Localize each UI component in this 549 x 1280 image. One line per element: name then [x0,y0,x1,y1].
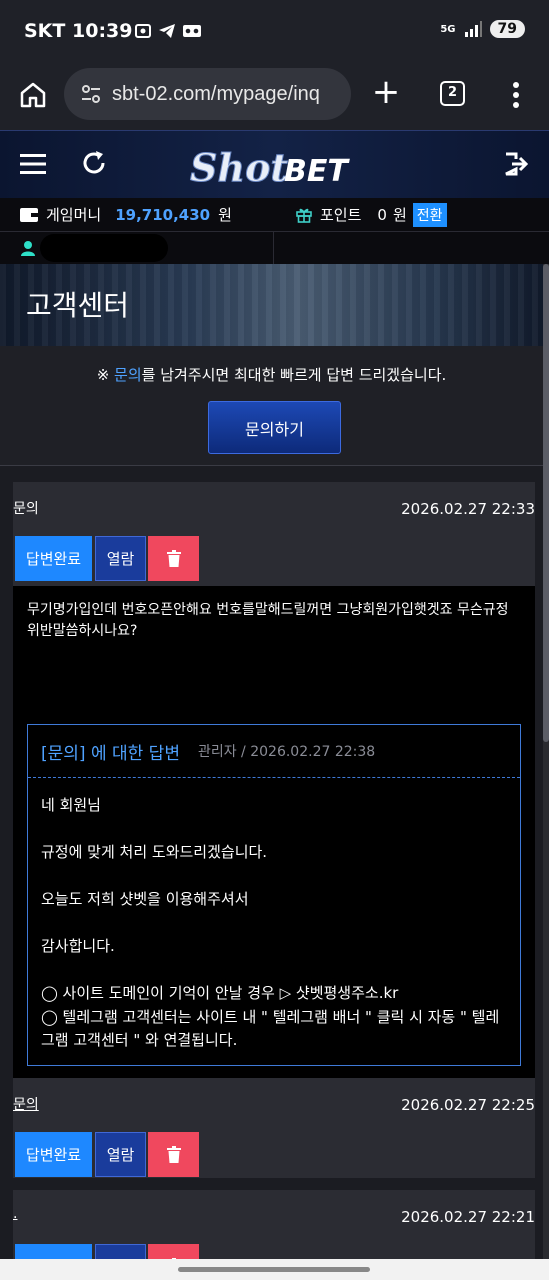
notice-link[interactable]: 문의 [114,366,142,384]
inquiry-label[interactable]: . [13,1206,17,1222]
voicemail-icon [183,25,201,37]
user-icon [21,241,35,256]
tab-switcher-button[interactable]: 2 [440,81,465,106]
game-money-unit: 원 [218,206,232,224]
inquiry-header: 문의 2026.02.27 22:33 답변완료 열람 [13,482,535,586]
site-settings-icon[interactable] [80,83,102,105]
telegram-icon [159,24,175,38]
signal-icon [464,21,482,37]
answer-line: 감사합니다. [41,937,115,955]
question-text: 무기명가입인데 번호오픈안해요 번호를말해드릴꺼면 그냥회원가입햇겟죠 무슨규정… [27,602,509,639]
inquiry-header: 문의 2026.02.27 22:25 답변완료 열람 [13,1078,535,1182]
answer-header: [문의] 에 대한 답변 관리자 / 2026.02.27 22:38 [28,725,520,778]
network-type: 5G [440,23,456,35]
game-money-label: 게임머니 [46,206,102,224]
screenshot-icon [135,24,151,38]
inquiry-date: 2026.02.27 22:25 [401,1096,535,1114]
answer-meta: 관리자 / 2026.02.27 22:38 [197,744,376,760]
system-icons: 5G 79 [440,20,525,38]
user-info [0,231,274,264]
game-money-value: 19,710,430 [115,205,211,224]
view-button[interactable] [95,1244,146,1260]
answer-line: 오늘도 저희 샷벳을 이용해주셔서 [41,890,249,908]
inquiry-label[interactable]: 문의 [13,498,39,518]
browser-toolbar: sbt-02.com/mypage/inq + 2 [0,62,549,130]
inquiry-card: 문의 2026.02.27 22:25 답변완료 열람 [13,1078,535,1178]
answered-button[interactable]: 답변완료 [15,1132,92,1177]
battery-level: 79 [489,20,525,38]
site-header: Shot BET [0,130,549,198]
status-carrier-time: SKT 10:39 [24,20,132,42]
trash-icon [166,1146,181,1163]
user-bar-empty [274,231,549,264]
inquiry-card: 문의 2026.02.27 22:33 답변완료 열람 무기명가입인데 번호오픈… [13,482,535,1080]
delete-button[interactable] [148,1132,199,1177]
url-text[interactable]: sbt-02.com/mypage/inq [112,83,350,106]
game-money: 게임머니 19,710,430 원 [0,198,274,231]
address-bar[interactable]: sbt-02.com/mypage/inq [64,68,351,120]
notice-section: ※ 문의를 남겨주시면 최대한 빠르게 답변 드리겠습니다. 문의하기 [0,346,543,466]
inquiry-body: 무기명가입인데 번호오픈안해요 번호를말해드릴꺼면 그냥회원가입햇겟죠 무슨규정… [13,586,535,1080]
carrier: SKT [24,20,66,42]
gesture-handle[interactable] [178,1267,370,1272]
inquiry-date: 2026.02.27 22:33 [401,500,535,518]
site-logo[interactable]: Shot BET [186,139,366,193]
redacted-username [40,234,168,262]
new-inquiry-button[interactable]: 문의하기 [208,401,341,454]
delete-button[interactable] [148,1244,199,1260]
inquiry-label[interactable]: 문의 [13,1094,39,1114]
points-label: 포인트 [320,206,362,224]
page-title: 고객센터 [26,289,130,322]
new-tab-button[interactable]: + [370,75,402,109]
refresh-icon[interactable] [80,149,108,177]
answer-line: 규정에 맞게 처리 도와드리겠습니다. [41,843,268,861]
points: 포인트 0 원 전환 [274,198,549,231]
logout-icon[interactable] [502,151,528,177]
answer-box: [문의] 에 대한 답변 관리자 / 2026.02.27 22:38 네 회원… [27,724,521,1066]
answered-button[interactable]: 답변완료 [15,536,92,581]
page-banner: 고객센터 [0,264,543,346]
status-bar: SKT 10:39 5G 79 [0,0,549,62]
inquiry-card: . 2026.02.27 22:21 [13,1190,535,1260]
notice-suffix: 를 남겨주시면 최대한 빠르게 답변 드리겠습니다. [141,366,447,384]
answer-content: 네 회원님 규정에 맞게 처리 도와드리겠습니다. 오늘도 저희 샷벳을 이용해… [28,778,520,1065]
points-value: 0 [377,205,387,224]
notification-icons [134,22,202,40]
balance-bar: 게임머니 19,710,430 원 포인트 0 원 전환 [0,198,549,231]
convert-button[interactable]: 전환 [412,202,447,227]
wallet-icon [20,207,38,222]
logo-text-bet: BET [284,154,350,189]
notice-text: ※ 문의를 남겨주시면 최대한 빠르게 답변 드리겠습니다. [0,364,543,385]
answered-button[interactable] [15,1244,92,1260]
points-unit: 원 [392,206,407,224]
answer-note-domain: ◯ 사이트 도메인이 기억이 안날 경우 ▷ 샷벳평생주소.kr [41,984,399,1002]
answer-title: [문의] 에 대한 답변 [41,743,180,764]
hamburger-menu-icon[interactable] [20,153,46,175]
inquiry-header: . 2026.02.27 22:21 [13,1190,535,1260]
home-icon[interactable] [18,80,48,110]
user-bar [0,231,549,264]
gift-icon [296,208,312,223]
inquiry-date: 2026.02.27 22:21 [401,1208,535,1226]
answer-note-telegram: ◯ 텔레그램 고객센터는 사이트 내 " 텔레그램 배너 " 클릭 시 자동 "… [41,1007,500,1050]
notice-prefix: ※ [96,366,115,384]
clock: 10:39 [72,20,133,42]
view-button[interactable]: 열람 [95,536,146,581]
scrollbar-thumb[interactable] [543,264,549,742]
logo-text-shot: Shot [190,145,288,190]
view-button[interactable]: 열람 [95,1132,146,1177]
trash-icon [166,550,181,567]
answer-line: 네 회원님 [41,796,101,814]
more-vert-icon[interactable] [506,80,526,110]
delete-button[interactable] [148,536,199,581]
